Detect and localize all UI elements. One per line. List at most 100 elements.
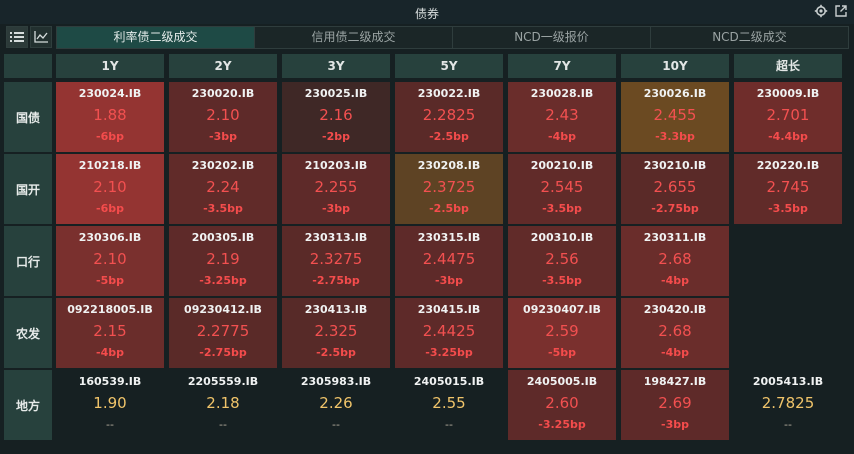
bond-cell[interactable]: 230024.IB 1.88 -6bp	[56, 82, 164, 152]
bond-code: 230311.IB	[643, 231, 707, 244]
tab-rate-bond-secondary[interactable]: 利率债二级成交	[57, 27, 255, 48]
bond-yield: 2.24	[206, 178, 240, 196]
gear-icon[interactable]	[814, 4, 828, 18]
bond-cell[interactable]: 200210.IB 2.545 -3.5bp	[508, 154, 616, 224]
bond-cell[interactable]: 2405015.IB 2.55 --	[395, 370, 503, 440]
bond-yield: 2.68	[658, 322, 692, 340]
bond-code: 230026.IB	[643, 87, 707, 100]
bond-cell[interactable]: 230025.IB 2.16 -2bp	[282, 82, 390, 152]
bond-cell[interactable]: 160539.IB 1.90 --	[56, 370, 164, 440]
bond-code: 230028.IB	[530, 87, 594, 100]
bond-yield: 2.455	[653, 106, 697, 124]
bond-cell[interactable]: 230306.IB 2.10 -5bp	[56, 226, 164, 296]
bond-code: 230202.IB	[191, 159, 255, 172]
bond-change: --	[106, 418, 114, 431]
bond-change: -3.25bp	[425, 346, 473, 359]
bond-cell[interactable]: 210203.IB 2.255 -3bp	[282, 154, 390, 224]
bond-yield: 2.68	[658, 250, 692, 268]
bond-change: -4bp	[548, 130, 576, 143]
bond-yield: 2.701	[766, 106, 810, 124]
bond-change: -5bp	[96, 274, 124, 287]
bond-change: -2.75bp	[651, 202, 699, 215]
bond-code: 210218.IB	[78, 159, 142, 172]
bond-yield: 2.7825	[761, 394, 815, 412]
column-header[interactable]: 3Y	[282, 54, 390, 78]
row-header: 国债	[4, 82, 52, 152]
bond-code: 230020.IB	[191, 87, 255, 100]
bond-cell[interactable]: 230022.IB 2.2825 -2.5bp	[395, 82, 503, 152]
bond-cell[interactable]: 2205559.IB 2.18 --	[169, 370, 277, 440]
bond-cell[interactable]: 230208.IB 2.3725 -2.5bp	[395, 154, 503, 224]
bond-yield: 2.26	[319, 394, 353, 412]
bond-cell[interactable]: 09230407.IB 2.59 -5bp	[508, 298, 616, 368]
bond-change: -2.5bp	[429, 202, 469, 215]
bond-cell[interactable]: 230020.IB 2.10 -3bp	[169, 82, 277, 152]
bond-cell[interactable]: 230313.IB 2.3275 -2.75bp	[282, 226, 390, 296]
row-header: 地方	[4, 370, 52, 440]
bond-change: -3.25bp	[199, 274, 247, 287]
bond-cell[interactable]: 198427.IB 2.69 -3bp	[621, 370, 729, 440]
bond-yield: 2.4425	[422, 322, 476, 340]
bond-yield: 2.60	[545, 394, 579, 412]
bond-cell[interactable]: 230311.IB 2.68 -4bp	[621, 226, 729, 296]
bond-cell[interactable]: 2005413.IB 2.7825 --	[734, 370, 842, 440]
bond-change: -3bp	[435, 274, 463, 287]
bond-cell[interactable]: 200310.IB 2.56 -3.5bp	[508, 226, 616, 296]
tab-ncd-secondary[interactable]: NCD二级成交	[651, 27, 848, 48]
bond-yield: 2.10	[206, 106, 240, 124]
bond-code: 09230407.IB	[523, 303, 601, 316]
bond-cell[interactable]: 230210.IB 2.655 -2.75bp	[621, 154, 729, 224]
toolbar: 利率债二级成交 信用债二级成交 NCD一级报价 NCD二级成交	[0, 24, 854, 52]
popout-icon[interactable]	[834, 4, 848, 18]
bond-yield: 1.90	[93, 394, 127, 412]
bond-code: 230210.IB	[643, 159, 707, 172]
bond-yield: 2.545	[540, 178, 584, 196]
column-header[interactable]: 1Y	[56, 54, 164, 78]
bond-cell[interactable]: 230413.IB 2.325 -2.5bp	[282, 298, 390, 368]
bond-change: -3.5bp	[542, 274, 582, 287]
bond-cell[interactable]: 092218005.IB 2.15 -4bp	[56, 298, 164, 368]
tab-credit-bond-secondary[interactable]: 信用债二级成交	[255, 27, 453, 48]
bond-yield: 2.43	[545, 106, 579, 124]
bond-cell[interactable]: 230009.IB 2.701 -4.4bp	[734, 82, 842, 152]
bond-code: 2405015.IB	[413, 375, 485, 388]
bond-change: -6bp	[96, 130, 124, 143]
bond-cell[interactable]: 220220.IB 2.745 -3.5bp	[734, 154, 842, 224]
bond-yield: 2.69	[658, 394, 692, 412]
bond-code: 198427.IB	[643, 375, 707, 388]
bond-yield: 2.4475	[422, 250, 476, 268]
row-header: 口行	[4, 226, 52, 296]
bond-cell[interactable]: 230026.IB 2.455 -3.3bp	[621, 82, 729, 152]
bond-code: 092218005.IB	[67, 303, 153, 316]
bond-cell[interactable]: 200305.IB 2.19 -3.25bp	[169, 226, 277, 296]
bond-cell[interactable]: 2305983.IB 2.26 --	[282, 370, 390, 440]
chart-view-icon	[34, 31, 48, 43]
bond-cell[interactable]: 230420.IB 2.68 -4bp	[621, 298, 729, 368]
bond-cell[interactable]: 230202.IB 2.24 -3.5bp	[169, 154, 277, 224]
bond-cell[interactable]: 210218.IB 2.10 -6bp	[56, 154, 164, 224]
column-header[interactable]: 10Y	[621, 54, 729, 78]
column-header[interactable]: 7Y	[508, 54, 616, 78]
bond-cell[interactable]: 230028.IB 2.43 -4bp	[508, 82, 616, 152]
bond-yield: 2.18	[206, 394, 240, 412]
bond-change: --	[332, 418, 340, 431]
bond-cell[interactable]: 230415.IB 2.4425 -3.25bp	[395, 298, 503, 368]
tab-ncd-primary-quote[interactable]: NCD一级报价	[453, 27, 651, 48]
bond-code: 210203.IB	[304, 159, 368, 172]
bond-cell[interactable]: 230315.IB 2.4475 -3bp	[395, 226, 503, 296]
chart-view-button[interactable]	[30, 26, 52, 48]
column-header[interactable]: 5Y	[395, 54, 503, 78]
bond-yield: 2.3725	[422, 178, 476, 196]
bond-change: --	[445, 418, 453, 431]
bond-change: -3bp	[209, 130, 237, 143]
bond-cell[interactable]: 2405005.IB 2.60 -3.25bp	[508, 370, 616, 440]
bond-yield: 2.10	[93, 178, 127, 196]
bond-change: -2.5bp	[316, 346, 356, 359]
bond-cell[interactable]: 09230412.IB 2.2775 -2.75bp	[169, 298, 277, 368]
bond-change: -3.5bp	[542, 202, 582, 215]
bond-code: 230413.IB	[304, 303, 368, 316]
column-header[interactable]: 超长	[734, 54, 842, 78]
column-header[interactable]: 2Y	[169, 54, 277, 78]
bond-change: --	[219, 418, 227, 431]
list-view-button[interactable]	[6, 26, 28, 48]
